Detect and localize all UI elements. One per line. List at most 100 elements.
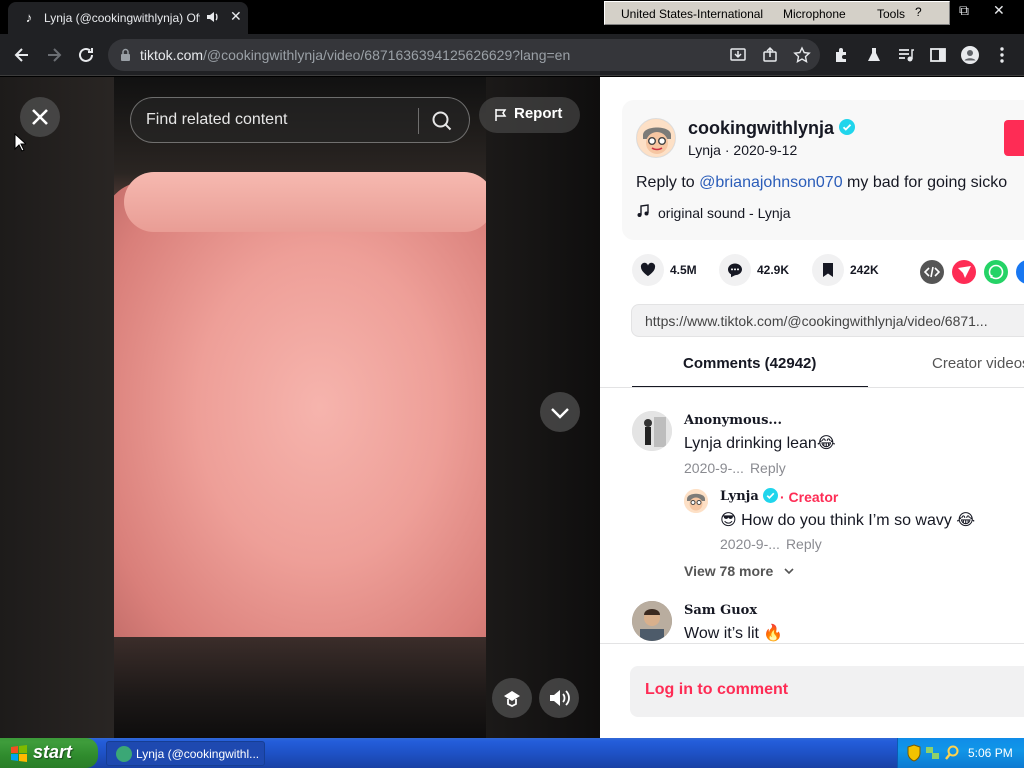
comment-text: Lynja drinking lean😂	[684, 435, 836, 452]
comment-input-area: Log in to comment	[600, 643, 1024, 738]
close-video-button[interactable]	[20, 97, 60, 137]
heart-icon	[640, 262, 656, 276]
lock-icon[interactable]	[120, 48, 131, 62]
search-divider	[418, 108, 419, 134]
system-tray: 5:06 PM	[897, 738, 1024, 768]
help-icon[interactable]: ?	[915, 5, 922, 19]
keyboard-layout[interactable]: United States-International	[621, 7, 763, 21]
music-link[interactable]: original sound - Lynja	[636, 204, 791, 221]
install-app-icon[interactable]	[728, 45, 748, 65]
chevron-down-icon	[551, 408, 569, 419]
login-prompt: Log in to comment	[645, 681, 789, 698]
back-arrow-icon[interactable]	[12, 45, 32, 65]
chrome-icon	[116, 746, 132, 762]
browser-toolbar: tiktok.com/@cookingwithlynja/video/68716…	[0, 34, 1024, 76]
floating-player-button[interactable]	[492, 678, 532, 718]
comment-text: Wow it’s lit 🔥	[684, 625, 784, 642]
like-count: 4.5M	[670, 263, 697, 277]
view-more-replies[interactable]: View 78 more	[684, 563, 795, 579]
whatsapp-icon[interactable]	[984, 260, 1008, 284]
commenter-avatar[interactable]	[632, 601, 672, 641]
share-page-icon[interactable]	[760, 45, 780, 65]
login-to-comment-button[interactable]: Log in to comment	[630, 666, 1024, 717]
video-pan	[114, 637, 486, 738]
send-to-friends-icon[interactable]	[952, 260, 976, 284]
profile-avatar-icon[interactable]	[960, 45, 980, 65]
music-note-icon	[637, 204, 649, 217]
browser-menu-icon[interactable]	[992, 45, 1012, 65]
tab-close-icon[interactable]: ✕	[230, 8, 242, 25]
search-icon[interactable]	[431, 110, 453, 132]
report-button[interactable]: Report	[479, 97, 580, 133]
related-search-box	[130, 97, 470, 143]
video-details-panel: cookingwithlynja Lynja · 2020-9-12 Reply…	[600, 77, 1024, 738]
volume-button[interactable]	[539, 678, 579, 718]
flag-icon	[495, 109, 507, 121]
commenter-avatar[interactable]	[632, 411, 672, 451]
related-search-input[interactable]	[146, 108, 406, 132]
close-window-icon[interactable]: ✕	[993, 2, 1005, 19]
search-icon[interactable]	[944, 744, 960, 762]
start-label: start	[33, 742, 73, 762]
reply-button[interactable]: Reply	[750, 460, 786, 476]
follow-button[interactable]	[1004, 120, 1024, 156]
forward-arrow-icon[interactable]	[44, 45, 64, 65]
security-shield-icon[interactable]	[906, 744, 922, 762]
close-icon	[32, 109, 48, 125]
tools-button[interactable]: Tools	[877, 7, 905, 21]
url-text: tiktok.com/@cookingwithlynja/video/68716…	[140, 47, 571, 63]
author-avatar[interactable]	[636, 118, 676, 158]
bookmark-star-icon[interactable]	[792, 45, 812, 65]
tiktok-video-page: Report	[0, 77, 1024, 738]
restore-window-icon[interactable]: ⧉	[959, 2, 969, 19]
video-content-edge	[124, 172, 486, 232]
language-bar: United States-International Microphone T…	[604, 1, 950, 25]
commenter-name[interactable]: Anonymous...	[684, 413, 782, 428]
taskbar-chrome-window[interactable]: Lynja (@cookingwithl...	[106, 741, 265, 766]
verified-badge-icon	[839, 119, 855, 135]
tab-title: Lynja (@cookingwithlynja) Offi	[44, 11, 200, 25]
reply-button[interactable]: Reply	[786, 536, 822, 552]
window-controls: ⧉ ✕	[955, 0, 1024, 26]
facebook-icon[interactable]	[1016, 260, 1024, 284]
bookmark-icon	[823, 263, 833, 277]
person-photo-icon	[632, 601, 672, 641]
labs-flask-icon[interactable]	[864, 45, 884, 65]
cartoon-avatar-icon	[684, 489, 708, 513]
creator-reply-avatar[interactable]	[684, 489, 708, 513]
reply-author-name[interactable]: Lynja	[720, 489, 759, 504]
windows-taskbar: start Lynja (@cookingwithl... 5:06 PM	[0, 738, 1024, 768]
side-panel-icon[interactable]	[928, 45, 948, 65]
mention-link[interactable]: @brianajohnson070	[699, 174, 842, 191]
microphone-button[interactable]: Microphone	[783, 7, 846, 21]
author-username[interactable]: cookingwithlynja	[688, 118, 834, 139]
tab-comments[interactable]: Comments (42942)	[683, 355, 816, 372]
tab-creator-videos[interactable]: Creator videos	[932, 355, 1024, 372]
copy-link-box[interactable]: https://www.tiktok.com/@cookingwithlynja…	[631, 304, 1024, 337]
extensions-puzzle-icon[interactable]	[832, 45, 852, 65]
video-link-text: https://www.tiktok.com/@cookingwithlynja…	[645, 313, 988, 329]
clock: 5:06 PM	[968, 746, 1013, 760]
report-label: Report	[514, 105, 563, 122]
network-icon[interactable]	[925, 744, 941, 762]
tab-audio-icon[interactable]	[205, 9, 221, 25]
reply-meta: 2020-9-... Reply	[720, 536, 822, 552]
video-frame[interactable]	[114, 77, 486, 738]
commenter-name[interactable]: Sam Guox	[684, 603, 757, 618]
reload-icon[interactable]	[76, 45, 96, 65]
comment-count: 42.9K	[757, 263, 790, 277]
browser-tab[interactable]: ♪ Lynja (@cookingwithlynja) Offi ✕	[8, 2, 248, 34]
video-content	[114, 182, 486, 682]
embed-icon[interactable]	[920, 260, 944, 284]
comment-bubble-icon	[728, 263, 742, 278]
tiktok-favicon-icon: ♪	[25, 10, 33, 25]
start-button[interactable]: start	[0, 738, 98, 768]
media-control-icon[interactable]	[896, 45, 916, 65]
tab-divider	[600, 387, 1024, 388]
floating-player-icon	[504, 691, 520, 708]
windows-logo-icon	[11, 745, 27, 762]
video-player[interactable]: Report	[0, 77, 600, 738]
address-bar[interactable]: tiktok.com/@cookingwithlynja/video/68716…	[108, 39, 820, 71]
next-video-button[interactable]	[540, 392, 580, 432]
taskbar-window-title: Lynja (@cookingwithl...	[136, 747, 260, 761]
